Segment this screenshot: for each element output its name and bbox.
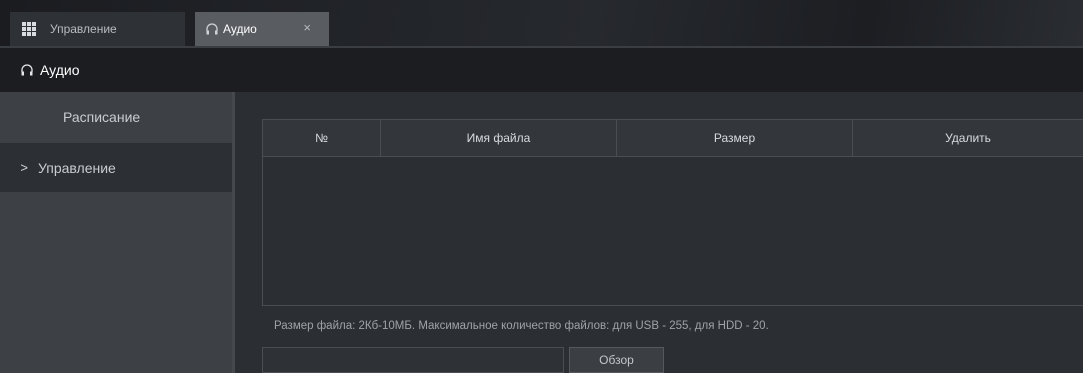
tab-audio[interactable]: Аудио × [195,12,329,46]
tab-management[interactable]: Управление [10,12,185,46]
table-header: № Имя файла Размер Удалить [263,120,1083,157]
tab-label: Аудио [223,22,257,36]
column-header-filename: Имя файла [381,120,617,156]
sidebar-item-management[interactable]: > Управление [0,143,232,192]
headphones-icon [21,64,33,76]
column-header-delete: Удалить [945,131,991,145]
page-header: Аудио [0,48,1083,92]
file-path-input[interactable] [262,347,564,373]
sidebar-item-schedule[interactable]: Расписание [0,92,232,141]
sidebar-item-label: Расписание [63,108,141,125]
sidebar: Расписание > Управление [0,92,232,373]
tab-bar: Управление Аудио × [0,0,1083,46]
sidebar-item-label: Управление [38,159,116,176]
column-header-size: Размер [617,120,853,156]
file-limits-note: Размер файла: 2Кб-10МБ. Максимальное кол… [274,320,769,332]
sidebar-divider [232,92,235,373]
browse-button[interactable]: Обзор [569,347,664,373]
chevron-right-icon: > [20,160,28,175]
close-icon[interactable]: × [303,20,311,35]
grid-icon [22,22,36,36]
headphones-icon [206,23,218,35]
tab-label: Управление [50,22,117,36]
audio-files-table: № Имя файла Размер Удалить [262,119,1083,306]
page-title: Аудио [40,62,80,78]
column-header-number: № [263,120,381,156]
